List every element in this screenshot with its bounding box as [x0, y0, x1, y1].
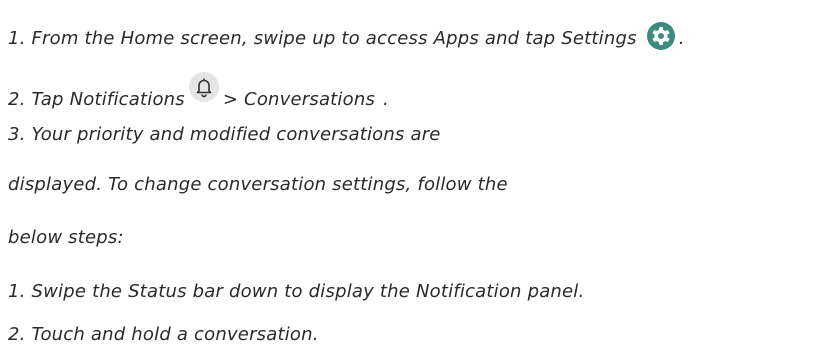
instructions-document: 1. From the Home screen, swipe up to acc… [0, 0, 814, 346]
step-3-line-3: below steps: [8, 227, 124, 248]
step-2: 2. Tap Notifications > Conversations. [8, 72, 389, 112]
sub-step-1: 1. Swipe the Status bar down to display … [8, 281, 585, 302]
sub-step-2: 2. Touch and hold a conversation. [8, 324, 319, 345]
step-2-period: . [383, 89, 389, 110]
step-1: 1. From the Home screen, swipe up to acc… [8, 22, 685, 51]
step-3-line-1: 3. Your priority and modified conversati… [8, 124, 441, 145]
step-3-line-2: displayed. To change conversation settin… [8, 174, 508, 195]
settings-gear-icon [646, 22, 675, 50]
bell-icon [188, 72, 219, 102]
step-1-period: . [678, 28, 685, 49]
step-2-prefix: 2. Tap Notifications [8, 89, 185, 110]
step-1-text: 1. From the Home screen, swipe up to acc… [8, 28, 637, 49]
step-2-suffix: > Conversations [222, 89, 376, 110]
